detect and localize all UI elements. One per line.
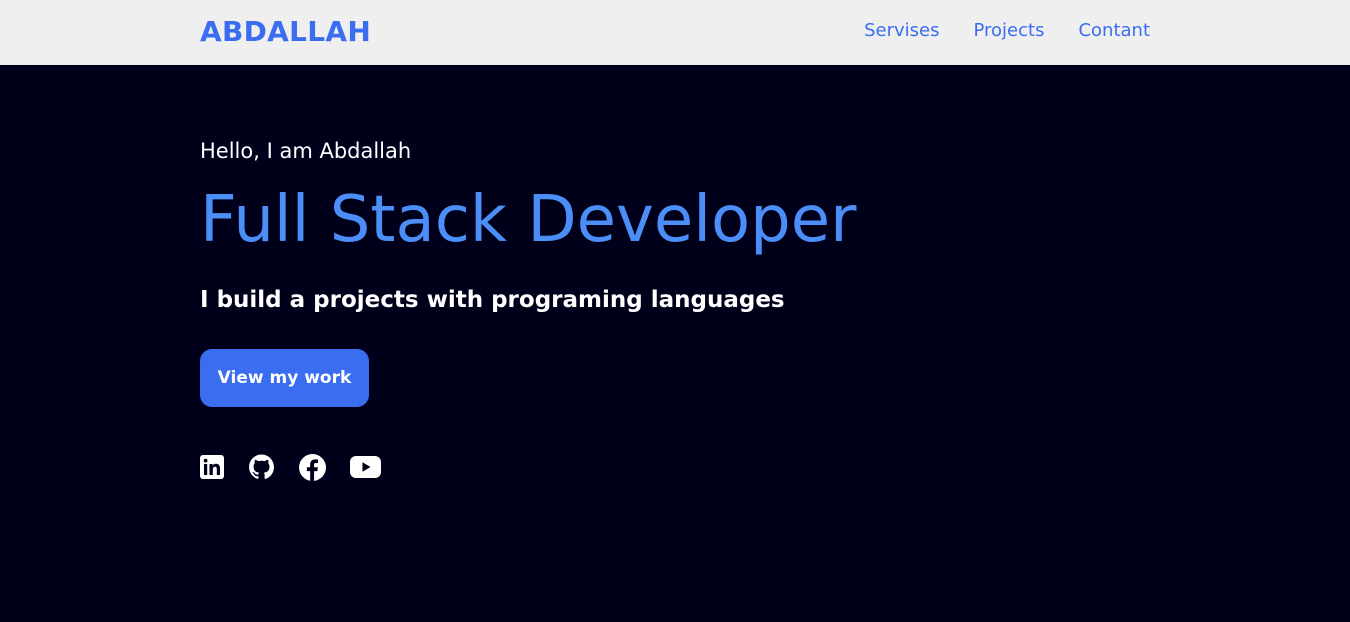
- nav-link-contact[interactable]: Contant: [1078, 20, 1150, 41]
- nav-links: Servises Projects Contant: [864, 20, 1150, 41]
- hero-subheadline: I build a projects with programing langu…: [200, 287, 785, 313]
- social-links: [200, 453, 381, 481]
- hero-greeting: Hello, I am Abdallah: [200, 139, 412, 163]
- youtube-icon[interactable]: [350, 454, 381, 480]
- github-icon[interactable]: [248, 454, 275, 480]
- top-navbar: ABDALLAH Servises Projects Contant: [0, 0, 1350, 65]
- hero-headline: Full Stack Developer: [200, 183, 857, 257]
- linkedin-icon[interactable]: [200, 454, 224, 480]
- facebook-icon[interactable]: [299, 453, 326, 481]
- hero-section: Hello, I am Abdallah Full Stack Develope…: [0, 65, 1350, 622]
- brand-logo-link[interactable]: ABDALLAH: [200, 15, 371, 48]
- view-my-work-button[interactable]: View my work: [200, 349, 369, 407]
- nav-link-projects[interactable]: Projects: [973, 20, 1044, 41]
- nav-link-services[interactable]: Servises: [864, 20, 939, 41]
